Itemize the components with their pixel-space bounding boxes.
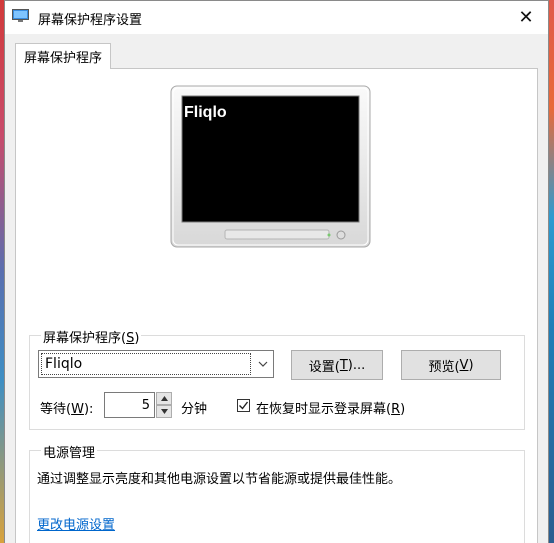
tab-screensaver[interactable]: 屏幕保护程序 <box>15 43 112 69</box>
spin-up-button[interactable] <box>156 392 172 405</box>
window-title: 屏幕保护程序设置 <box>38 13 143 28</box>
resume-login-checkbox[interactable] <box>237 399 250 412</box>
screensaver-select[interactable]: Fliqlo <box>38 350 274 378</box>
close-button[interactable]: ✕ <box>504 1 548 34</box>
settings-button[interactable]: 设置(T)... <box>291 350 383 380</box>
power-group-label: 电源管理 <box>41 442 98 461</box>
change-power-settings-link[interactable]: 更改电源设置 <box>37 514 115 533</box>
preview-screen-text: Fliqlo <box>184 104 227 121</box>
title-bar[interactable]: 屏幕保护程序设置 ✕ <box>5 1 548 34</box>
screensaver-select-value: Fliqlo <box>41 353 251 375</box>
spin-down-icon <box>160 409 168 414</box>
checkmark-icon <box>239 401 249 410</box>
monitor-app-icon <box>12 9 29 22</box>
minutes-label: 分钟 <box>181 402 208 417</box>
tab-label: 屏幕保护程序 <box>24 51 103 66</box>
power-description: 通过调整显示亮度和其他电源设置以节省能源或提供最佳性能。 <box>37 472 402 487</box>
close-icon: ✕ <box>518 7 534 28</box>
screensaver-group-label: 屏幕保护程序(S) <box>41 327 142 346</box>
wait-label: 等待(W): <box>40 402 94 417</box>
resume-login-label[interactable]: 在恢复时显示登录屏幕(R) <box>256 398 405 417</box>
dialog-client-area: 屏幕保护程序 Fliqlo 屏幕保护程序(S) Fliqlo 设置(T)..… <box>5 34 548 543</box>
preview-button[interactable]: 预览(V) <box>401 350 501 380</box>
wait-spinner <box>156 392 172 418</box>
spin-up-icon <box>160 396 168 401</box>
preview-monitor: Fliqlo <box>165 84 375 250</box>
chevron-down-icon <box>258 361 268 367</box>
spin-down-button[interactable] <box>156 405 172 418</box>
screensaver-settings-dialog: 屏幕保护程序设置 ✕ 屏幕保护程序 Fliqlo 屏幕保护程序(S) Fliql… <box>4 0 549 543</box>
wait-minutes-input[interactable]: 5 <box>104 392 155 418</box>
